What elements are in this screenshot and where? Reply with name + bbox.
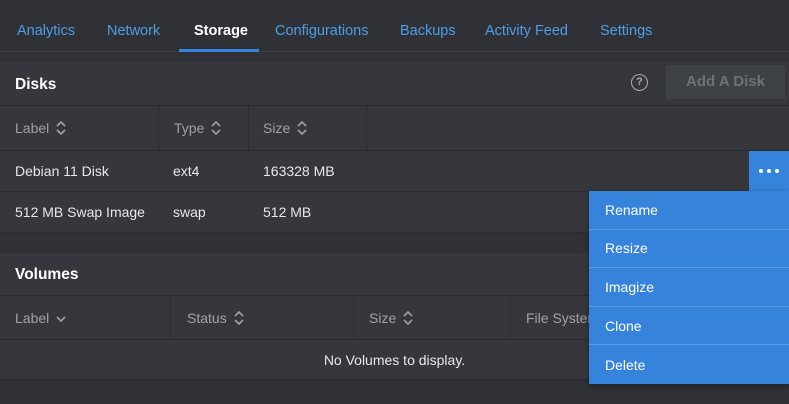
table-row[interactable]: Debian 11 Disk ext4 163328 MB (0, 151, 789, 192)
disk-label: 512 MB Swap Image (15, 204, 145, 220)
column-header-status-text: Status (187, 309, 227, 326)
tab-settings[interactable]: Settings (600, 0, 652, 52)
column-divider (510, 296, 511, 339)
volumes-title: Volumes (15, 266, 79, 283)
column-header-size-text: Size (263, 120, 291, 136)
disks-table-header: Label Type Size (0, 106, 789, 151)
tab-network[interactable]: Network (107, 0, 160, 52)
column-header-type[interactable]: Type (174, 106, 222, 150)
add-disk-button[interactable]: Add A Disk (666, 65, 785, 99)
action-menu: Rename Resize Imagize Clone Delete (589, 191, 789, 384)
tab-activity-feed[interactable]: Activity Feed (485, 0, 568, 52)
more-horizontal-icon (759, 169, 779, 173)
tab-storage[interactable]: Storage (194, 0, 248, 52)
menu-item-imagize[interactable]: Imagize (589, 268, 789, 307)
menu-item-delete[interactable]: Delete (589, 345, 789, 384)
column-header-label-text: Label (15, 309, 50, 326)
column-header-status[interactable]: Status (187, 296, 245, 339)
disk-type: ext4 (173, 163, 200, 179)
sort-updown-icon (402, 310, 414, 326)
sort-updown-icon (210, 120, 222, 136)
disks-title: Disks (15, 76, 57, 93)
disk-size: 512 MB (263, 204, 312, 220)
tab-configurations[interactable]: Configurations (275, 0, 369, 52)
active-tab-indicator (179, 49, 259, 52)
tab-analytics[interactable]: Analytics (17, 0, 75, 52)
column-header-type-text: Type (174, 120, 205, 136)
column-divider (170, 296, 171, 339)
sort-updown-icon (55, 120, 67, 136)
column-divider (366, 106, 367, 150)
column-header-label[interactable]: Label (15, 296, 67, 339)
tab-bar: Analytics Network Storage Configurations… (0, 0, 789, 52)
help-icon[interactable]: ? (631, 74, 648, 91)
sort-updown-icon (233, 310, 245, 326)
tab-backups[interactable]: Backups (400, 0, 456, 52)
menu-item-resize[interactable]: Resize (589, 230, 789, 269)
column-divider (158, 106, 159, 150)
menu-item-rename[interactable]: Rename (589, 191, 789, 230)
more-actions-button[interactable] (749, 151, 789, 191)
column-header-size[interactable]: Size (369, 296, 414, 339)
sort-down-icon (55, 310, 67, 326)
disk-type: swap (173, 204, 206, 220)
column-divider (353, 296, 354, 339)
sort-updown-icon (296, 120, 308, 136)
menu-item-clone[interactable]: Clone (589, 307, 789, 346)
column-divider (248, 106, 249, 150)
column-header-label-text: Label (15, 120, 50, 136)
disk-label: Debian 11 Disk (15, 163, 109, 179)
column-header-size-text: Size (369, 309, 397, 326)
disk-size: 163328 MB (263, 163, 335, 179)
column-header-size[interactable]: Size (263, 106, 308, 150)
column-header-label[interactable]: Label (15, 106, 67, 150)
